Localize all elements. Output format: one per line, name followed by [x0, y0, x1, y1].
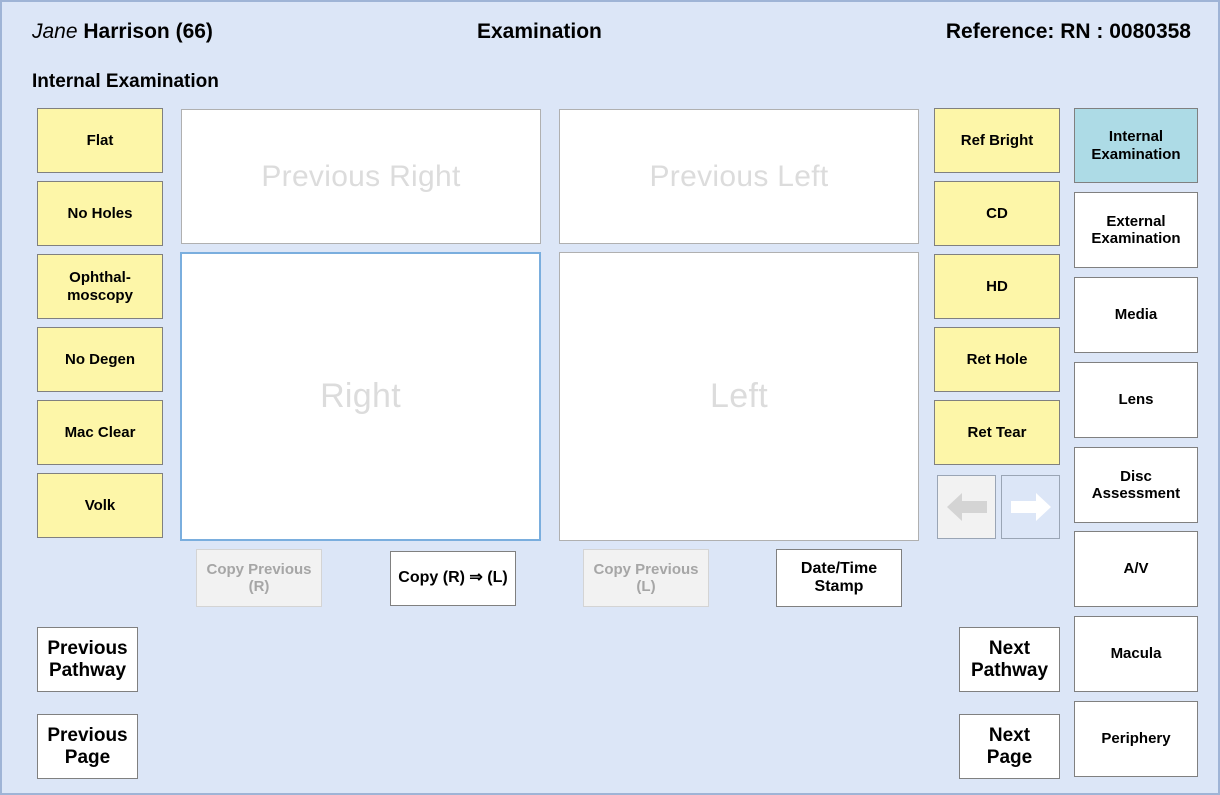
- previous-right-panel[interactable]: Previous Right: [181, 109, 541, 244]
- next-pathway-button[interactable]: Next Pathway: [959, 627, 1060, 692]
- right-eye-panel[interactable]: Right: [180, 252, 541, 541]
- next-page-button[interactable]: Next Page: [959, 714, 1060, 779]
- finding-button-mac-clear[interactable]: Mac Clear: [37, 400, 163, 465]
- patient-given-name: Jane: [32, 20, 78, 43]
- sidebar-item-periphery[interactable]: Periphery: [1074, 701, 1198, 777]
- finding-button-no-degen[interactable]: No Degen: [37, 327, 163, 392]
- next-arrow-button[interactable]: [1001, 475, 1060, 539]
- sidebar-item-external-examination[interactable]: External Examination: [1074, 192, 1198, 268]
- previous-pathway-button[interactable]: Previous Pathway: [37, 627, 138, 692]
- patient-family-name: Harrison (66): [83, 20, 213, 43]
- right-eye-panel-label: Right: [320, 377, 401, 415]
- finding-button-volk[interactable]: Volk: [37, 473, 163, 538]
- sidebar-item-internal-examination[interactable]: Internal Examination: [1074, 108, 1198, 183]
- sidebar-item-disc-assessment[interactable]: Disc Assessment: [1074, 447, 1198, 523]
- sidebar-item-media[interactable]: Media: [1074, 277, 1198, 353]
- finding-button-ref-bright[interactable]: Ref Bright: [934, 108, 1060, 173]
- sidebar-item-lens[interactable]: Lens: [1074, 362, 1198, 438]
- section-title: Internal Examination: [32, 71, 219, 92]
- left-eye-panel[interactable]: Left: [559, 252, 919, 541]
- date-time-stamp-button[interactable]: Date/Time Stamp: [776, 549, 902, 607]
- finding-button-flat[interactable]: Flat: [37, 108, 163, 173]
- sidebar-item-macula[interactable]: Macula: [1074, 616, 1198, 692]
- finding-button-hd[interactable]: HD: [934, 254, 1060, 319]
- finding-button-ret-hole[interactable]: Ret Hole: [934, 327, 1060, 392]
- sidebar-item-av[interactable]: A/V: [1074, 531, 1198, 607]
- examination-window: Jane Harrison (66) Examination Reference…: [0, 0, 1220, 795]
- finding-button-ret-tear[interactable]: Ret Tear: [934, 400, 1060, 465]
- previous-left-panel[interactable]: Previous Left: [559, 109, 919, 244]
- finding-button-ophthalmoscopy[interactable]: Ophthal-moscopy: [37, 254, 163, 319]
- copy-previous-right-button[interactable]: Copy Previous (R): [196, 549, 322, 607]
- copy-previous-left-button[interactable]: Copy Previous (L): [583, 549, 709, 607]
- finding-button-cd[interactable]: CD: [934, 181, 1060, 246]
- left-eye-panel-label: Left: [710, 377, 768, 415]
- previous-left-panel-label: Previous Left: [649, 159, 829, 193]
- arrow-right-icon: [1010, 493, 1051, 521]
- page-title: Examination: [477, 20, 602, 43]
- arrow-left-icon: [946, 493, 987, 521]
- header-bar: Jane Harrison (66) Examination Reference…: [2, 2, 1218, 58]
- previous-arrow-button[interactable]: [937, 475, 996, 539]
- patient-name: Jane Harrison (66): [32, 20, 213, 44]
- previous-page-button[interactable]: Previous Page: [37, 714, 138, 779]
- finding-button-no-holes[interactable]: No Holes: [37, 181, 163, 246]
- previous-right-panel-label: Previous Right: [261, 159, 461, 193]
- copy-right-to-left-button[interactable]: Copy (R) ⇒ (L): [390, 551, 516, 606]
- reference-number: Reference: RN : 0080358: [945, 20, 1191, 43]
